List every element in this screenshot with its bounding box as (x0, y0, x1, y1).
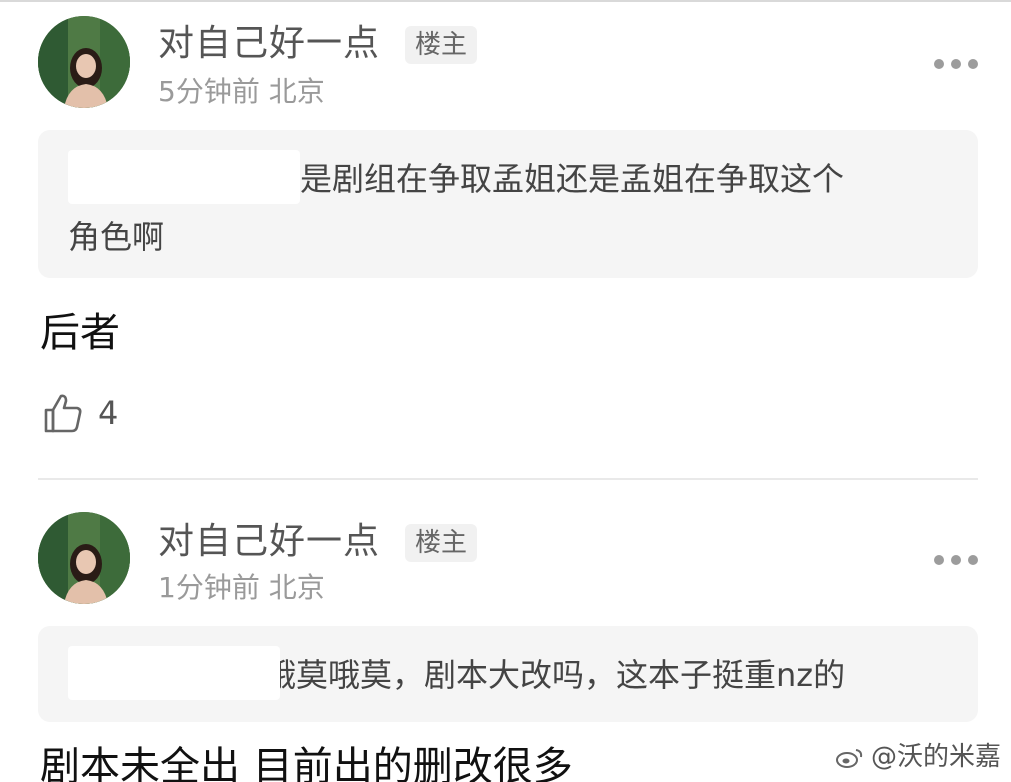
avatar[interactable] (38, 512, 130, 604)
post-divider (38, 478, 978, 480)
redaction-mask (68, 150, 300, 204)
reply-text: 剧本未全出 目前出的删改很多 (40, 744, 573, 782)
post-meta: 5分钟前 北京 (158, 75, 325, 108)
redaction-mask (68, 646, 280, 700)
more-dots-icon[interactable] (934, 554, 978, 566)
like-button[interactable]: 4 (42, 392, 118, 434)
thumbs-up-icon (44, 394, 82, 433)
op-badge: 楼主 (405, 524, 478, 562)
more-dots-icon[interactable] (934, 58, 978, 70)
like-count: 4 (98, 394, 119, 432)
post-meta: 1分钟前 北京 (158, 571, 325, 604)
watermark-text: @沃的米嘉 (870, 742, 1001, 772)
avatar[interactable] (38, 16, 130, 108)
quoted-text-line-1: 哦莫哦莫，剧本大改吗，这本子挺重nz的 (264, 656, 846, 694)
author-name[interactable]: 对自己好一点 (158, 522, 380, 562)
author-name[interactable]: 对自己好一点 (158, 24, 380, 64)
avatar-photo (38, 16, 130, 108)
weibo-logo-icon (835, 749, 863, 768)
avatar-photo (38, 512, 130, 604)
quoted-comment[interactable]: 哦莫哦莫，剧本大改吗，这本子挺重nz的 (38, 626, 978, 722)
op-badge: 楼主 (405, 26, 478, 64)
quoted-text-line-1: 反是剧组在争取孟姐还是孟姐在争取这个 (268, 160, 845, 198)
watermark: @沃的米嘉 (835, 742, 1001, 772)
quoted-text-line-2: 角色啊 (68, 218, 165, 256)
top-divider (0, 0, 1011, 2)
reply-text: 后者 (40, 310, 120, 356)
quoted-comment[interactable]: 反是剧组在争取孟姐还是孟姐在争取这个 角色啊 (38, 130, 978, 278)
